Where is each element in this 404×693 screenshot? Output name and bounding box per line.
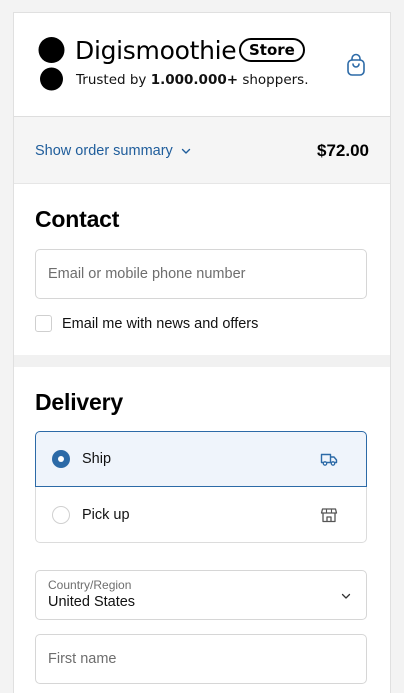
newsletter-option[interactable]: Email me with news and offers <box>35 315 258 332</box>
checkout-frame: Digismoothie Store Trusted by 1.000.000+… <box>13 12 391 693</box>
store-badge: Store <box>239 38 305 62</box>
newsletter-checkbox[interactable] <box>35 315 52 332</box>
shopping-bag-icon[interactable] <box>345 53 367 77</box>
checkout-header: Digismoothie Store Trusted by 1.000.000+… <box>14 13 390 117</box>
summary-toggle-label: Show order summary <box>35 143 173 159</box>
newsletter-label: Email me with news and offers <box>62 315 259 332</box>
brand-logo-icon <box>38 37 65 91</box>
delivery-option-pickup[interactable]: Pick up <box>35 487 367 543</box>
tagline-suffix: shoppers. <box>238 72 309 88</box>
country-region-select[interactable]: Country/Region United States <box>35 570 367 620</box>
email-field[interactable]: Email or mobile phone number <box>35 249 367 299</box>
chevron-down-icon <box>181 148 190 154</box>
chevron-down-icon <box>341 593 351 599</box>
contact-section: Contact Email or mobile phone number Ema… <box>14 184 390 355</box>
brand-name: Digismoothie <box>75 36 237 65</box>
pickup-label: Pick up <box>82 506 130 523</box>
first-name-placeholder: First name <box>48 651 117 667</box>
tagline: Trusted by 1.000.000+ shoppers. <box>76 71 309 89</box>
delivery-title: Delivery <box>35 389 123 415</box>
store-icon <box>320 507 338 522</box>
order-total: $72.00 <box>317 141 369 160</box>
delivery-section: Delivery Ship Pick up Country/Region Uni… <box>14 367 390 693</box>
show-order-summary-toggle[interactable]: Show order summary <box>35 143 191 159</box>
country-label: Country/Region <box>48 578 132 592</box>
truck-icon <box>320 453 338 466</box>
email-placeholder: Email or mobile phone number <box>48 266 246 282</box>
tagline-count: 1.000.000+ <box>150 72 239 88</box>
section-divider <box>14 355 390 367</box>
ship-label: Ship <box>82 451 112 467</box>
pickup-radio[interactable] <box>52 505 70 524</box>
ship-radio[interactable] <box>52 450 70 468</box>
country-value: United States <box>48 594 136 610</box>
delivery-option-ship[interactable]: Ship <box>35 431 367 487</box>
first-name-field[interactable]: First name <box>35 634 367 684</box>
tagline-prefix: Trusted by <box>76 72 151 88</box>
order-summary-bar: Show order summary $72.00 <box>14 117 390 184</box>
contact-title: Contact <box>35 206 120 232</box>
